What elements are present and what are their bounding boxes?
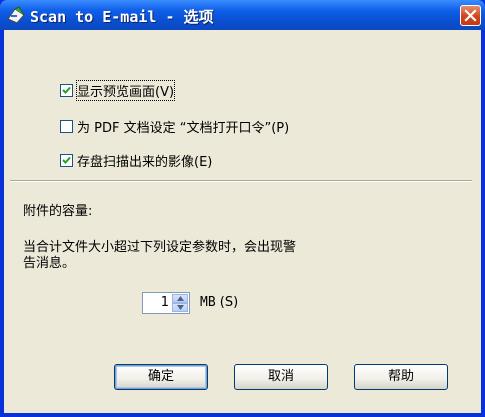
help-button[interactable]: 帮助: [354, 364, 448, 390]
close-button[interactable]: [460, 5, 481, 26]
attachment-size-heading: 附件的容量:: [23, 204, 93, 219]
size-warning-text-line2: 告消息。: [23, 256, 76, 271]
ok-button[interactable]: 确定: [114, 364, 208, 390]
spin-down-button[interactable]: [172, 303, 188, 312]
close-icon: [464, 9, 477, 22]
save-scanned-image-checkbox[interactable]: [60, 153, 73, 167]
attachment-size-stepper[interactable]: 1: [142, 292, 190, 314]
pdf-password-label[interactable]: 为 PDF 文档设定 “文档打开口令”(P): [77, 117, 289, 136]
spin-up-button[interactable]: [172, 294, 188, 303]
pdf-password-checkbox[interactable]: [60, 119, 73, 133]
dialog-client-area: 显示预览画面(V) 为 PDF 文档设定 “文档打开口令”(P) 存盘扫描出来的…: [4, 30, 481, 413]
scanner-app-icon: [7, 6, 25, 24]
attachment-size-input[interactable]: 1: [145, 295, 169, 310]
size-unit-label: MB (S): [200, 295, 239, 310]
save-scanned-image-option[interactable]: 存盘扫描出来的影像(E): [60, 151, 212, 170]
show-preview-option[interactable]: 显示预览画面(V): [60, 79, 176, 101]
separator: [10, 180, 472, 182]
options-dialog: Scan to E-mail - 选项 显示预览画面(V) 为 PDF 文档设定…: [0, 0, 485, 417]
checkmark-icon: [62, 86, 71, 94]
cancel-button[interactable]: 取消: [234, 364, 328, 390]
title-bar[interactable]: Scan to E-mail - 选项: [0, 0, 485, 30]
show-preview-checkbox[interactable]: [60, 83, 73, 97]
arrow-up-icon: [177, 296, 184, 301]
arrow-down-icon: [177, 305, 184, 310]
window-title: Scan to E-mail - 选项: [30, 8, 214, 26]
show-preview-label[interactable]: 显示预览画面(V): [75, 79, 176, 101]
save-scanned-image-label[interactable]: 存盘扫描出来的影像(E): [77, 151, 212, 170]
checkmark-icon: [62, 156, 71, 164]
pdf-password-option[interactable]: 为 PDF 文档设定 “文档打开口令”(P): [60, 117, 289, 136]
